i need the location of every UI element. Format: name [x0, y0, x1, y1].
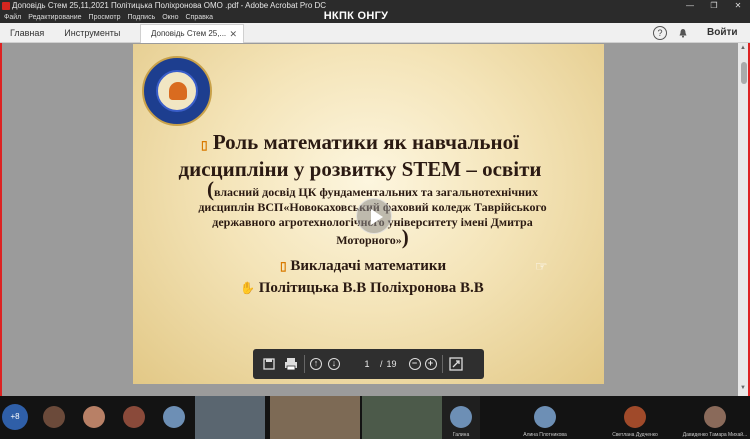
mouse-cursor-icon: ☞ — [535, 258, 548, 274]
next-page-icon[interactable]: ↓ — [328, 358, 340, 370]
avatar — [123, 406, 145, 428]
zoom-in-icon[interactable]: + — [424, 358, 437, 370]
avatar — [624, 406, 646, 428]
print-icon[interactable] — [283, 356, 299, 372]
menu-help[interactable]: Справка — [186, 14, 213, 21]
menu-window[interactable]: Окно — [162, 14, 178, 21]
participants-strip: Галина Алина Плотникова Светлана Дудченк… — [0, 396, 750, 439]
menu-sign[interactable]: Подпись — [128, 14, 156, 21]
slide-title: ▯ Роль математики як навчальної дисциплі… — [170, 130, 550, 181]
notification-bell-icon[interactable] — [678, 28, 688, 38]
avatar — [704, 406, 726, 428]
menu-file[interactable]: Файл — [4, 14, 21, 21]
vertical-scrollbar[interactable] — [738, 43, 748, 396]
teachers-label-text: Викладачі математики — [290, 258, 447, 274]
scroll-thumb[interactable] — [741, 62, 747, 84]
hand-cursor-icon: ✋ — [240, 281, 255, 295]
save-icon[interactable] — [261, 356, 277, 372]
bullet-icon: ▯ — [280, 259, 287, 273]
avatar — [534, 406, 556, 428]
page-separator: / — [380, 359, 383, 369]
participant-video-tile[interactable] — [270, 396, 360, 439]
avatar — [163, 406, 185, 428]
participant-tile[interactable] — [35, 396, 75, 439]
participant-name: Галина — [452, 432, 470, 438]
pdf-page-toolbar: ↑ ↓ 1 / 19 − + — [253, 349, 484, 379]
close-window-button[interactable]: ✕ — [726, 0, 750, 11]
sign-in-button[interactable]: Войти — [707, 23, 738, 43]
participant-video-tile[interactable] — [362, 396, 442, 439]
meeting-banner: НКПК ОНГУ — [323, 10, 389, 22]
subtitle-open-paren: ( — [207, 177, 214, 201]
participant-tile[interactable]: Алина Плотникова — [510, 396, 580, 439]
toolbar-divider — [441, 355, 443, 373]
participant-tile[interactable]: Давиденко Тамара Михай... — [680, 396, 750, 439]
participant-video-tile[interactable] — [195, 396, 265, 439]
avatar — [450, 406, 472, 428]
tab-home[interactable]: Главная — [0, 23, 54, 43]
teachers-names: ✋ Політицька В.В Поліхронова В.В — [240, 280, 510, 297]
help-icon[interactable]: ? — [653, 26, 667, 40]
play-button[interactable] — [356, 198, 392, 234]
teachers-names-text: Політицька В.В Поліхронова В.В — [258, 280, 484, 296]
tab-document[interactable]: Доповідь Стем 25,... ✕ — [140, 24, 244, 43]
more-participants-badge[interactable]: +8 — [2, 404, 28, 430]
total-pages: 19 — [386, 359, 397, 369]
slide-title-text: Роль математики як навчальної дисципліни… — [178, 130, 542, 181]
participant-tile[interactable] — [75, 396, 115, 439]
minimize-button[interactable]: — — [678, 0, 702, 11]
toolbar-divider — [304, 355, 305, 373]
fit-page-icon[interactable] — [448, 356, 464, 372]
menu-edit[interactable]: Редактирование — [28, 14, 81, 21]
participant-name: Алина Плотникова — [523, 432, 567, 438]
teachers-label: ▯ Викладачі математики — [280, 258, 500, 275]
participant-tile[interactable]: Светлана Дудченко — [600, 396, 670, 439]
acrobat-app-icon — [2, 1, 10, 10]
avatar — [83, 406, 105, 428]
previous-page-icon[interactable]: ↑ — [310, 358, 322, 370]
participant-name: Давиденко Тамара Михай... — [682, 432, 748, 438]
menu-view[interactable]: Просмотр — [89, 14, 121, 21]
tab-bar: Главная Инструменты Доповідь Стем 25,...… — [0, 23, 750, 43]
subtitle-close-paren: ) — [401, 225, 409, 249]
tab-document-label: Доповідь Стем 25,... — [151, 29, 227, 38]
bullet-icon: ▯ — [201, 138, 208, 152]
participant-tile[interactable]: Галина — [442, 396, 480, 439]
window-title: Доповідь Стем 25,11,2021 Політицька Полі… — [12, 1, 327, 10]
participant-name: Светлана Дудченко — [612, 432, 658, 438]
avatar — [43, 406, 65, 428]
play-icon — [371, 209, 383, 225]
participant-tile[interactable] — [115, 396, 155, 439]
close-tab-icon[interactable]: ✕ — [229, 25, 237, 43]
zoom-out-icon[interactable]: − — [408, 358, 421, 370]
participant-tile[interactable] — [155, 396, 195, 439]
logo-emblem — [156, 70, 198, 112]
scroll-down-icon[interactable]: ▼ — [739, 385, 747, 393]
scroll-up-icon[interactable]: ▲ — [739, 45, 747, 53]
tab-tools[interactable]: Инструменты — [54, 23, 130, 43]
logo-flame-icon — [169, 82, 187, 100]
current-page-input[interactable]: 1 — [354, 359, 380, 369]
college-logo — [142, 56, 212, 126]
maximize-button[interactable]: ❐ — [702, 0, 726, 11]
